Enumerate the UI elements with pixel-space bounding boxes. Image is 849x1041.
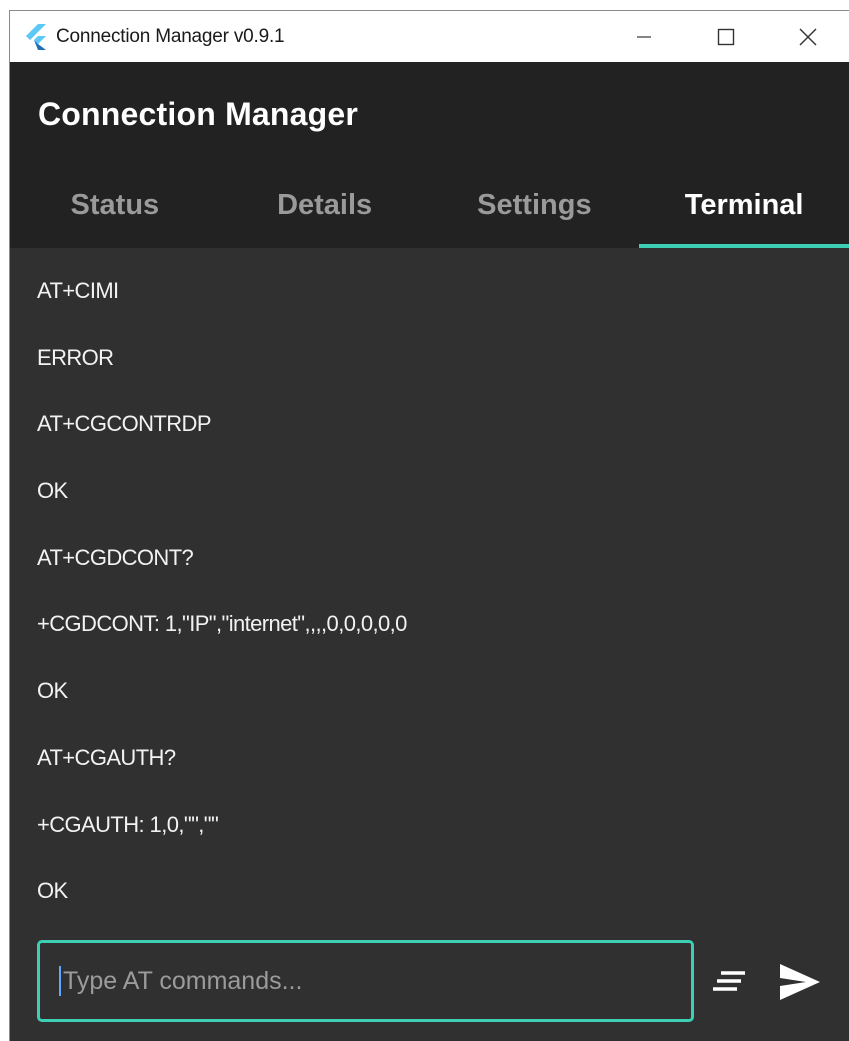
close-button[interactable] [767, 11, 849, 62]
title-bar[interactable]: Connection Manager v0.9.1 [10, 11, 849, 62]
terminal-line: +CGDCONT: 1,"IP","internet",,,,0,0,0,0,0 [37, 611, 407, 637]
tab-terminal[interactable]: Terminal [639, 172, 849, 248]
send-button[interactable] [775, 959, 825, 1005]
app-window: Connection Manager v0.9.1 Connection Man… [9, 10, 849, 1041]
terminal-line: AT+CGDCONT? [37, 544, 194, 570]
terminal-line: OK [37, 878, 68, 904]
page-title: Connection Manager [38, 96, 359, 132]
terminal-line: OK [37, 678, 68, 704]
clear-all-icon [713, 971, 745, 991]
window-controls [603, 11, 849, 62]
tab-details[interactable]: Details [220, 172, 430, 248]
at-command-input[interactable] [61, 942, 691, 1020]
window-title: Connection Manager v0.9.1 [56, 25, 285, 47]
close-icon [799, 28, 817, 45]
flutter-logo-icon [26, 23, 46, 50]
clear-terminal-button[interactable] [707, 961, 751, 1001]
tab-status[interactable]: Status [10, 172, 220, 248]
terminal-line: AT+CIMI [37, 278, 119, 303]
send-icon [780, 964, 820, 1000]
minimize-button[interactable] [603, 11, 685, 62]
tab-settings[interactable]: Settings [430, 172, 640, 248]
terminal-line: OK [37, 478, 68, 504]
terminal-line: ERROR [37, 344, 114, 370]
terminal-line: +CGAUTH: 1,0,"","" [37, 811, 219, 837]
terminal-line: AT+CGAUTH? [37, 744, 176, 770]
app-header: Connection Manager Status Details Settin… [10, 62, 849, 248]
terminal-line: AT+CGCONTRDP [37, 411, 212, 437]
maximize-icon [717, 28, 735, 45]
tab-bar: Status Details Settings Terminal [10, 172, 849, 248]
minimize-icon [637, 35, 651, 38]
terminal-output[interactable]: AT+CIMI ERROR AT+CGCONTRDP OK AT+CGDCONT… [10, 248, 849, 938]
maximize-button[interactable] [685, 11, 767, 62]
command-input-container [37, 940, 694, 1022]
